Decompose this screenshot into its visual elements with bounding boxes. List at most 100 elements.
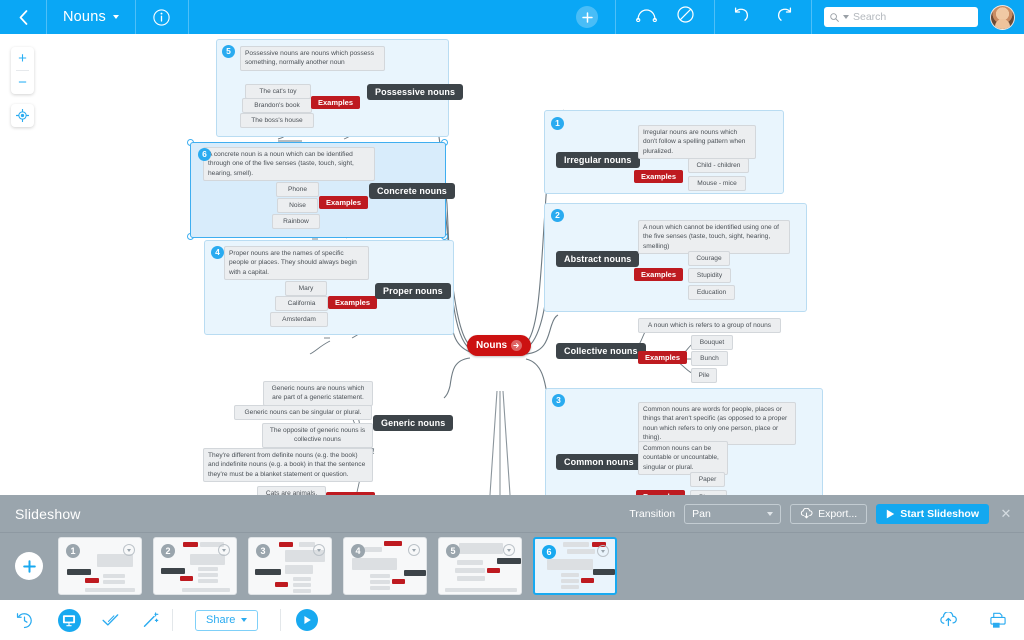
example-proper-2[interactable]: California bbox=[275, 296, 328, 312]
example-collective-2[interactable]: Bunch bbox=[691, 351, 728, 367]
print-button[interactable] bbox=[972, 600, 1024, 640]
topic-irregular-nouns[interactable]: Irregular nouns bbox=[556, 152, 640, 168]
examples-node-concrete[interactable]: Examples bbox=[319, 196, 369, 209]
central-topic-nouns[interactable]: Nouns bbox=[467, 335, 532, 356]
slide-thumbnail-menu-icon[interactable] bbox=[597, 545, 609, 557]
example-concrete-3[interactable]: Rainbow bbox=[272, 214, 320, 230]
note-concrete-1[interactable]: A concrete noun is a noun which can be i… bbox=[203, 147, 375, 182]
slide-thumbnail-3[interactable]: 3 bbox=[248, 537, 332, 595]
zoom-out-button[interactable]: − bbox=[11, 71, 34, 94]
example-possessive-3[interactable]: The boss's house bbox=[240, 113, 314, 129]
note-possessive-1[interactable]: Possessive nouns are nouns which possess… bbox=[240, 46, 385, 71]
examples-node-abstract[interactable]: Examples bbox=[634, 268, 684, 281]
example-collective-3[interactable]: Pile bbox=[691, 368, 717, 384]
slide-thumbnail-menu-icon[interactable] bbox=[408, 544, 420, 556]
collapse-arrow-icon[interactable] bbox=[511, 340, 523, 351]
info-icon bbox=[153, 8, 171, 26]
play-button[interactable] bbox=[281, 600, 333, 640]
slideshow-header: Slideshow Transition Pan Export... Start… bbox=[0, 495, 1024, 533]
zoom-controls: + − bbox=[11, 47, 34, 94]
note-proper-1[interactable]: Proper nouns are the names of specific p… bbox=[224, 246, 369, 281]
note-generic-1[interactable]: Generic nouns are nouns which are part o… bbox=[263, 381, 373, 406]
examples-node-possessive[interactable]: Examples bbox=[311, 96, 361, 109]
topic-collective-nouns[interactable]: Collective nouns bbox=[556, 343, 646, 359]
slide-badge-6: 6 bbox=[198, 148, 211, 161]
example-concrete-1[interactable]: Phone bbox=[276, 182, 319, 198]
info-button[interactable] bbox=[136, 0, 188, 34]
note-collective-1[interactable]: A noun which is refers to a group of nou… bbox=[638, 318, 781, 334]
mindmap-canvas[interactable]: + − 5 Possessive nouns are nouns which p… bbox=[0, 34, 1024, 495]
topic-concrete-nouns[interactable]: Concrete nouns bbox=[369, 183, 455, 199]
export-button[interactable]: Export... bbox=[790, 503, 868, 524]
chevron-down-icon bbox=[127, 548, 131, 552]
examples-node-irregular[interactable]: Examples bbox=[634, 170, 684, 183]
note-common-1[interactable]: Common nouns are words for people, place… bbox=[638, 402, 796, 446]
center-map-button[interactable] bbox=[11, 104, 34, 127]
example-collective-1[interactable]: Bouquet bbox=[691, 335, 733, 351]
example-proper-3[interactable]: Amsterdam bbox=[270, 312, 328, 328]
example-common-1[interactable]: Paper bbox=[690, 472, 725, 488]
topic-proper-nouns[interactable]: Proper nouns bbox=[375, 283, 451, 299]
upload-button[interactable] bbox=[924, 600, 972, 640]
topic-possessive-nouns[interactable]: Possessive nouns bbox=[367, 84, 464, 100]
add-topic-button[interactable] bbox=[559, 0, 615, 34]
transition-select[interactable]: Pan bbox=[684, 503, 782, 524]
history-button[interactable] bbox=[0, 600, 48, 640]
redo-button[interactable] bbox=[776, 7, 793, 27]
note-generic-4[interactable]: They're different from definite nouns (e… bbox=[203, 448, 373, 483]
export-label: Export... bbox=[818, 507, 858, 520]
start-slideshow-label: Start Slideshow bbox=[900, 507, 979, 520]
note-generic-2[interactable]: Generic nouns can be singular or plural. bbox=[234, 405, 372, 421]
topic-common-nouns[interactable]: Common nouns bbox=[556, 454, 642, 470]
examples-node-common[interactable]: Examples bbox=[636, 490, 686, 495]
example-common-2[interactable]: Phone bbox=[690, 490, 727, 495]
slide-thumbnail-menu-icon[interactable] bbox=[123, 544, 135, 556]
boundary-button[interactable] bbox=[677, 6, 694, 28]
example-abstract-1[interactable]: Courage bbox=[688, 251, 730, 267]
effects-button[interactable] bbox=[130, 600, 172, 640]
printer-icon bbox=[990, 612, 1006, 628]
slide-thumbnail-menu-icon[interactable] bbox=[503, 544, 515, 556]
topic-abstract-nouns[interactable]: Abstract nouns bbox=[556, 251, 640, 267]
examples-node-collective[interactable]: Examples bbox=[638, 351, 688, 364]
slide-thumbnail-5[interactable]: 5 bbox=[438, 537, 522, 595]
example-abstract-2[interactable]: Stupidity bbox=[688, 268, 731, 284]
slide-thumbnail-6[interactable]: 6 bbox=[533, 537, 617, 595]
start-slideshow-button[interactable]: Start Slideshow bbox=[876, 503, 989, 524]
example-possessive-2[interactable]: Brandon's book bbox=[242, 98, 312, 114]
example-irregular-2[interactable]: Mouse - mice bbox=[688, 176, 746, 192]
document-title-menu[interactable]: Nouns bbox=[47, 0, 135, 34]
account-avatar-button[interactable] bbox=[990, 0, 1024, 34]
tasks-button[interactable] bbox=[90, 600, 130, 640]
search-filter-chevron-icon[interactable] bbox=[843, 15, 849, 19]
note-common-2[interactable]: Common nouns can be countable or uncount… bbox=[638, 441, 728, 476]
close-slideshow-button[interactable]: ✕ bbox=[1000, 506, 1012, 522]
zoom-in-button[interactable]: + bbox=[11, 47, 34, 70]
examples-node-proper[interactable]: Examples bbox=[328, 296, 378, 309]
examples-node-generic[interactable]: Examples bbox=[326, 492, 376, 495]
transition-label: Transition bbox=[629, 507, 676, 520]
slide-thumbnail-menu-icon[interactable] bbox=[313, 544, 325, 556]
example-abstract-3[interactable]: Education bbox=[688, 285, 735, 301]
undo-button[interactable] bbox=[733, 7, 750, 27]
example-generic-1[interactable]: Cats are animals. bbox=[257, 486, 326, 495]
note-abstract-1[interactable]: A noun which cannot be identified using … bbox=[638, 220, 790, 255]
share-button[interactable]: Share bbox=[195, 609, 259, 631]
slide-thumbnail-number: 2 bbox=[161, 544, 175, 558]
back-button[interactable] bbox=[0, 0, 46, 34]
example-irregular-1[interactable]: Child - children bbox=[688, 158, 749, 174]
slide-thumbnail-1[interactable]: 1 bbox=[58, 537, 142, 595]
note-generic-3[interactable]: The opposite of generic nouns is collect… bbox=[262, 423, 373, 448]
slide-thumbnail-2[interactable]: 2 bbox=[153, 537, 237, 595]
presentation-mode-button[interactable] bbox=[48, 600, 90, 640]
topic-generic-nouns[interactable]: Generic nouns bbox=[373, 415, 454, 431]
example-proper-1[interactable]: Mary bbox=[285, 281, 327, 297]
slide-thumbnail-menu-icon[interactable] bbox=[218, 544, 230, 556]
slide-thumbnail-4[interactable]: 4 bbox=[343, 537, 427, 595]
add-slide-button[interactable] bbox=[15, 552, 43, 580]
note-irregular-1[interactable]: Irregular nouns are nouns which don't fo… bbox=[638, 125, 756, 160]
search-input[interactable]: Search bbox=[824, 7, 978, 27]
magic-wand-icon bbox=[143, 612, 159, 628]
relationship-link-button[interactable] bbox=[636, 8, 657, 27]
example-concrete-2[interactable]: Noise bbox=[277, 198, 318, 214]
